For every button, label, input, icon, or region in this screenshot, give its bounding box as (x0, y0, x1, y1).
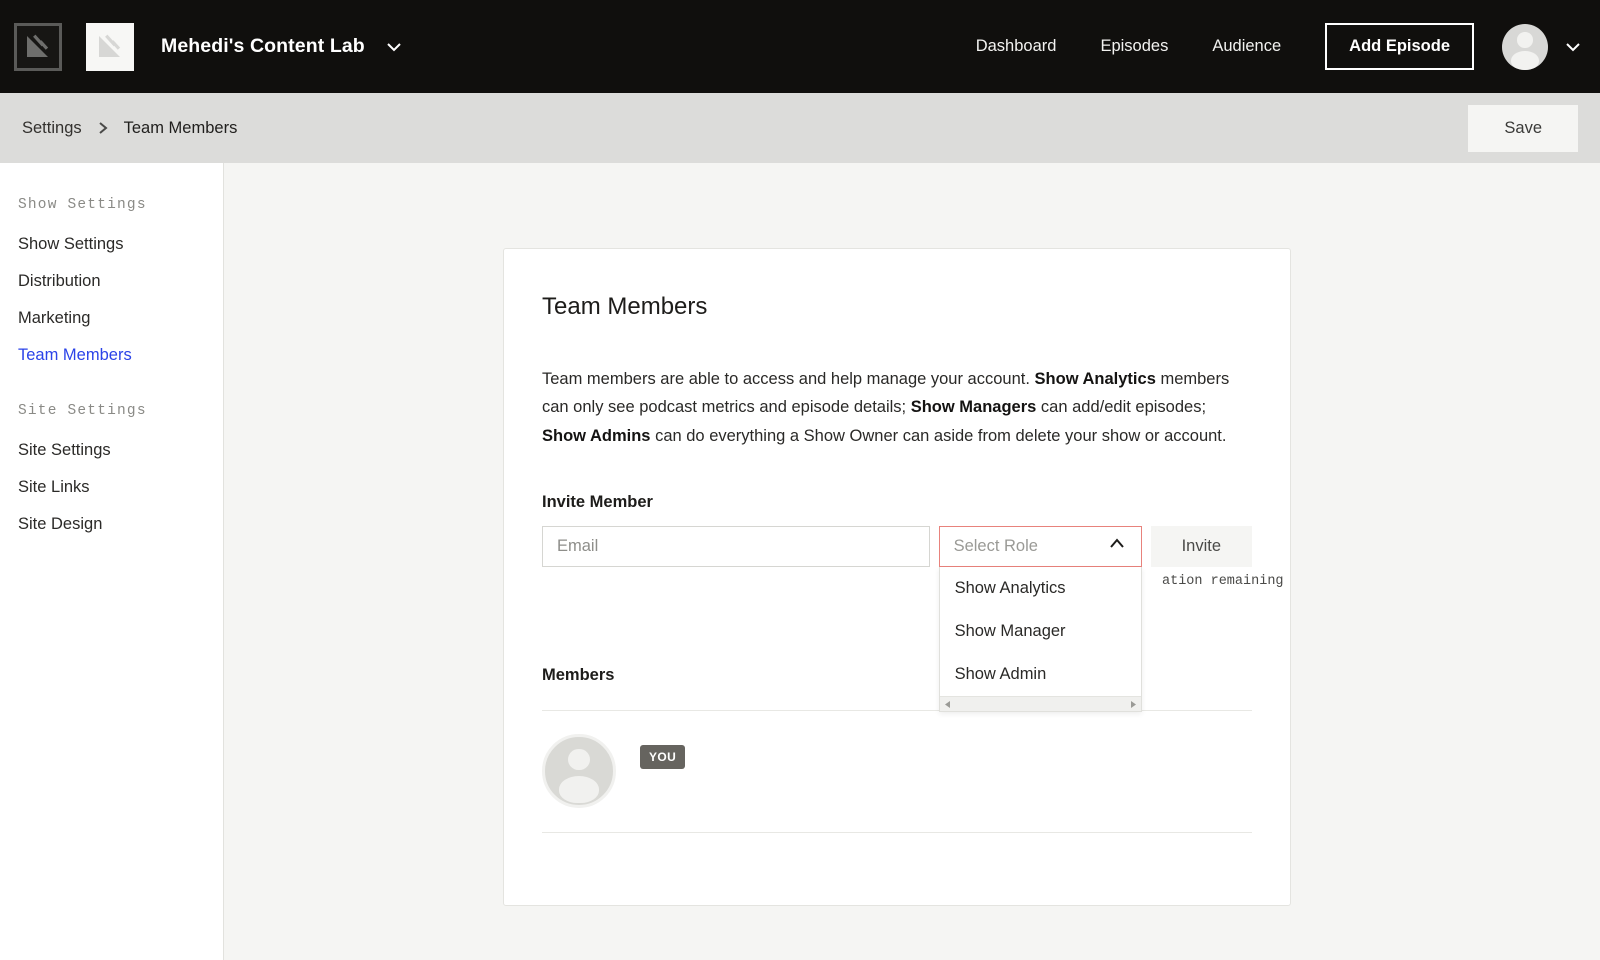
email-input[interactable] (542, 526, 930, 567)
card-description: Team members are able to access and help… (542, 365, 1252, 450)
breadcrumb-bar: Settings Team Members Save (0, 93, 1600, 163)
body-wrapper: Show Settings Show Settings Distribution… (0, 163, 1600, 960)
desc-bold-managers: Show Managers (911, 398, 1037, 416)
desc-bold-analytics: Show Analytics (1035, 370, 1156, 388)
sidebar-spacer (0, 374, 223, 403)
settings-sidebar: Show Settings Show Settings Distribution… (0, 163, 224, 960)
sidebar-item-site-links[interactable]: Site Links (0, 469, 223, 506)
nav-link-episodes[interactable]: Episodes (1078, 37, 1190, 56)
role-option-show-admin[interactable]: Show Admin (940, 653, 1141, 696)
invite-button[interactable]: Invite (1151, 526, 1252, 567)
chevron-down-icon[interactable] (383, 36, 405, 58)
chevron-right-icon (96, 120, 110, 136)
table-row: YOU (542, 711, 1252, 833)
content-area: Team Members Team members are able to ac… (224, 163, 1600, 960)
desc-part-4: can do everything a Show Owner can aside… (650, 427, 1226, 445)
logo-mark-dark-icon[interactable] (14, 23, 62, 71)
role-options-menu: Show Analytics Show Manager Show Admin (939, 567, 1142, 712)
breadcrumb-current: Team Members (124, 119, 238, 138)
nav-link-dashboard[interactable]: Dashboard (954, 37, 1079, 56)
sidebar-item-marketing[interactable]: Marketing (0, 300, 223, 337)
desc-part-3: can add/edit episodes; (1036, 398, 1206, 416)
add-episode-button[interactable]: Add Episode (1325, 23, 1474, 70)
breadcrumb-settings[interactable]: Settings (22, 119, 82, 138)
desc-part-1: Team members are able to access and help… (542, 370, 1035, 388)
invite-member-label: Invite Member (542, 493, 1252, 512)
members-heading: Members (542, 666, 1252, 685)
logo-mark-light-icon[interactable] (86, 23, 134, 71)
role-option-show-analytics[interactable]: Show Analytics (940, 567, 1141, 610)
triangle-right-icon[interactable] (1129, 700, 1137, 709)
sidebar-item-show-settings[interactable]: Show Settings (0, 226, 223, 263)
triangle-left-icon[interactable] (944, 700, 952, 709)
invite-form-row: Select Role Show Analytics Show Manager … (542, 526, 1252, 567)
role-select[interactable]: Select Role (939, 526, 1142, 567)
desc-bold-admins: Show Admins (542, 427, 650, 445)
chevron-down-icon[interactable] (1562, 36, 1584, 58)
chevron-up-icon[interactable] (1107, 534, 1127, 559)
main-nav: Dashboard Episodes Audience Add Episode (954, 23, 1584, 70)
role-select-wrapper: Select Role Show Analytics Show Manager … (939, 526, 1142, 567)
sidebar-section-title-site: Site Settings (0, 403, 223, 419)
brand-name: Mehedi's Content Lab (161, 35, 365, 58)
save-button[interactable]: Save (1468, 105, 1578, 152)
app-root: Mehedi's Content Lab Dashboard Episodes … (0, 0, 1600, 960)
invitation-quota-note: ation remaining (1162, 574, 1284, 589)
sidebar-item-site-design[interactable]: Site Design (0, 506, 223, 543)
card-bottom-spacer (542, 833, 1252, 865)
page-title: Team Members (542, 293, 1252, 321)
nav-link-audience[interactable]: Audience (1190, 37, 1303, 56)
role-option-show-manager[interactable]: Show Manager (940, 610, 1141, 653)
user-avatar-icon (542, 734, 616, 808)
user-avatar-icon[interactable] (1502, 24, 1548, 70)
role-menu-horizontal-scrollbar[interactable] (940, 696, 1141, 711)
sidebar-item-distribution[interactable]: Distribution (0, 263, 223, 300)
role-select-value: Select Role (954, 537, 1107, 556)
team-members-card: Team Members Team members are able to ac… (503, 248, 1291, 906)
sidebar-item-site-settings[interactable]: Site Settings (0, 432, 223, 469)
top-header: Mehedi's Content Lab Dashboard Episodes … (0, 0, 1600, 93)
sidebar-section-title-show: Show Settings (0, 197, 223, 213)
user-menu[interactable] (1502, 24, 1584, 70)
sidebar-item-team-members[interactable]: Team Members (0, 337, 223, 374)
status-badge: YOU (640, 745, 685, 769)
